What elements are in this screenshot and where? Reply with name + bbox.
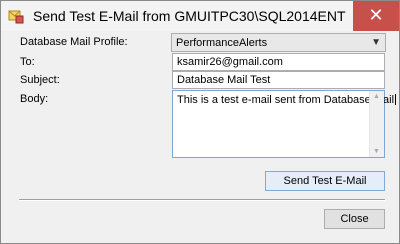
- body-scrollbar[interactable]: ▲ ▼: [369, 91, 384, 157]
- sql-server-mail-icon: [8, 8, 24, 24]
- scroll-down-arrow-icon[interactable]: ▼: [373, 148, 380, 155]
- subject-label: Subject:: [20, 74, 60, 86]
- subject-field[interactable]: Database Mail Test: [172, 71, 385, 89]
- title-bar[interactable]: Send Test E-Mail from GMUITPC30\SQL2014E…: [1, 1, 399, 31]
- window-title: Send Test E-Mail from GMUITPC30\SQL2014E…: [33, 8, 346, 24]
- separator: [19, 199, 385, 201]
- chevron-down-icon: ▼: [371, 37, 381, 48]
- profile-value: PerformanceAlerts: [176, 37, 268, 49]
- scroll-up-arrow-icon[interactable]: ▲: [373, 93, 380, 100]
- text-caret: [395, 94, 397, 105]
- send-test-email-button[interactable]: Send Test E-Mail: [265, 171, 385, 191]
- close-button[interactable]: Close: [324, 209, 385, 229]
- body-text: This is a test e-mail sent from Database…: [177, 94, 395, 106]
- window-close-button[interactable]: ✕: [353, 1, 399, 31]
- dialog-content: Database Mail Profile: PerformanceAlerts…: [2, 31, 398, 242]
- body-text-content: This is a test e-mail sent from Database…: [177, 94, 397, 106]
- to-label: To:: [20, 56, 35, 68]
- send-test-email-dialog: Send Test E-Mail from GMUITPC30\SQL2014E…: [0, 0, 400, 244]
- body-textarea[interactable]: This is a test e-mail sent from Database…: [172, 90, 397, 158]
- body-label: Body:: [20, 93, 49, 105]
- to-field[interactable]: ksamir26@gmail.com: [172, 53, 385, 71]
- profile-label: Database Mail Profile:: [20, 36, 128, 48]
- close-icon: ✕: [368, 5, 384, 25]
- profile-dropdown[interactable]: PerformanceAlerts ▼: [171, 33, 386, 52]
